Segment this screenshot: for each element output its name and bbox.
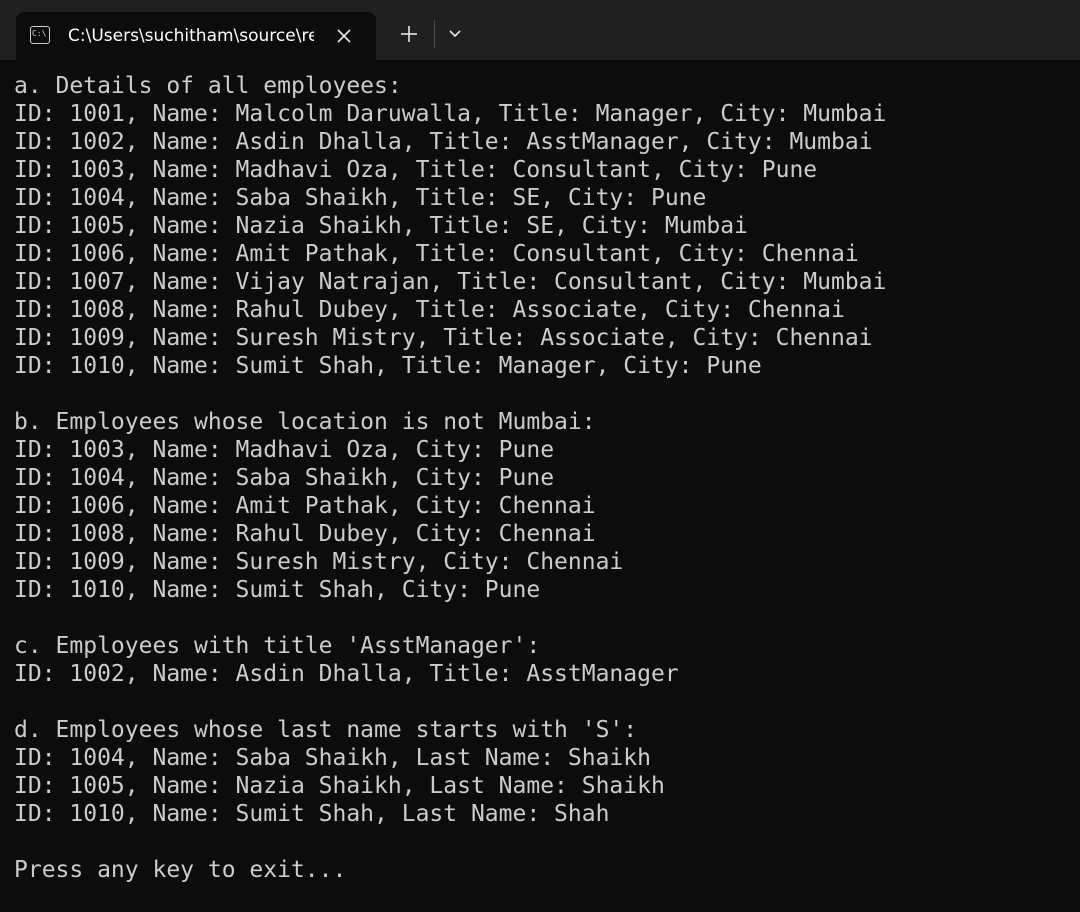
terminal-line: ID: 1008, Name: Rahul Dubey, Title: Asso… (14, 297, 845, 323)
terminal-window: C:\ C:\Users\suchitham\source\re a. Deta… (0, 0, 1080, 912)
terminal-line: ID: 1004, Name: Saba Shaikh, Title: SE, … (14, 185, 707, 211)
new-tab-button[interactable] (394, 18, 424, 48)
terminal-line: ID: 1003, Name: Madhavi Oza, City: Pune (14, 437, 555, 463)
terminal-icon: C:\ (30, 26, 50, 44)
terminal-line: ID: 1008, Name: Rahul Dubey, City: Chenn… (14, 521, 596, 547)
terminal-line: ID: 1002, Name: Asdin Dhalla, Title: Ass… (14, 661, 679, 687)
terminal-line: ID: 1005, Name: Nazia Shaikh, Last Name:… (14, 773, 665, 799)
terminal-line: ID: 1009, Name: Suresh Mistry, Title: As… (14, 325, 873, 351)
terminal-line: c. Employees with title 'AsstManager': (14, 633, 541, 659)
terminal-tab[interactable]: C:\ C:\Users\suchitham\source\re (16, 12, 376, 60)
terminal-line: ID: 1010, Name: Sumit Shah, Last Name: S… (14, 801, 610, 827)
terminal-line: Press any key to exit... (14, 857, 347, 883)
terminal-line: a. Details of all employees: (14, 73, 402, 99)
terminal-output[interactable]: a. Details of all employees: ID: 1001, Na… (14, 72, 1074, 902)
terminal-line: ID: 1006, Name: Amit Pathak, City: Chenn… (14, 493, 596, 519)
terminal-line: b. Employees whose location is not Mumba… (14, 409, 596, 435)
terminal-line: ID: 1001, Name: Malcolm Daruwalla, Title… (14, 101, 887, 127)
titlebar-divider (434, 20, 435, 48)
close-icon[interactable] (332, 24, 356, 48)
title-bar: C:\ C:\Users\suchitham\source\re (0, 0, 1080, 60)
terminal-line: ID: 1006, Name: Amit Pathak, Title: Cons… (14, 241, 859, 267)
terminal-line: ID: 1005, Name: Nazia Shaikh, Title: SE,… (14, 213, 748, 239)
tab-title: C:\Users\suchitham\source\re (68, 26, 314, 46)
terminal-line: ID: 1003, Name: Madhavi Oza, Title: Cons… (14, 157, 818, 183)
terminal-line: ID: 1004, Name: Saba Shaikh, City: Pune (14, 465, 555, 491)
terminal-line: ID: 1009, Name: Suresh Mistry, City: Che… (14, 549, 624, 575)
terminal-line: ID: 1002, Name: Asdin Dhalla, Title: Ass… (14, 129, 873, 155)
terminal-line: ID: 1007, Name: Vijay Natrajan, Title: C… (14, 269, 887, 295)
terminal-line: ID: 1010, Name: Sumit Shah, City: Pune (14, 577, 541, 603)
terminal-line: d. Employees whose last name starts with… (14, 717, 638, 743)
terminal-line: ID: 1004, Name: Saba Shaikh, Last Name: … (14, 745, 651, 771)
tab-dropdown-button[interactable] (440, 18, 470, 48)
terminal-line: ID: 1010, Name: Sumit Shah, Title: Manag… (14, 353, 762, 379)
chevron-down-icon (449, 30, 461, 38)
plus-icon (401, 26, 417, 42)
